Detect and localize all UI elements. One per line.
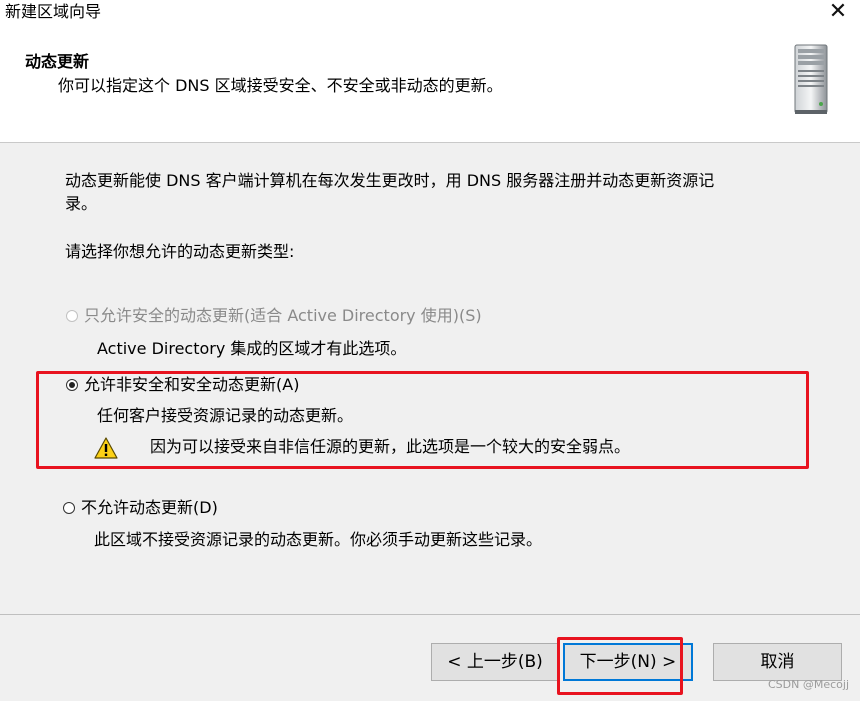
cancel-button[interactable]: 取消	[713, 643, 842, 681]
page-subtitle: 你可以指定这个 DNS 区域接受安全、不安全或非动态的更新。	[58, 76, 503, 95]
radio-no-dynamic[interactable]	[63, 502, 75, 514]
highlight-box-next	[557, 637, 683, 695]
highlight-box-option	[36, 371, 809, 469]
server-icon	[794, 44, 828, 114]
option-no-dynamic-description: 此区域不接受资源记录的动态更新。你必须手动更新这些记录。	[94, 530, 543, 549]
radio-secure-only[interactable]	[66, 310, 78, 322]
option-secure-only-label[interactable]: 只允许安全的动态更新(适合 Active Directory 使用)(S)	[84, 305, 482, 327]
option-secure-only-description: Active Directory 集成的区域才有此选项。	[97, 339, 407, 358]
option-no-dynamic-label[interactable]: 不允许动态更新(D)	[81, 497, 218, 519]
description-line-2: 录。	[65, 194, 98, 213]
window-title: 新建区域向导	[5, 2, 102, 21]
watermark: CSDN @Mecojj	[768, 678, 850, 691]
back-button[interactable]: < 上一步(B)	[431, 643, 559, 681]
title-bar	[0, 0, 860, 30]
close-icon[interactable]: ✕	[824, 0, 852, 26]
description-line-1: 动态更新能使 DNS 客户端计算机在每次发生更改时，用 DNS 服务器注册并动态…	[65, 171, 715, 190]
option-prompt: 请选择你想允许的动态更新类型:	[65, 242, 295, 261]
page-title: 动态更新	[25, 52, 90, 71]
